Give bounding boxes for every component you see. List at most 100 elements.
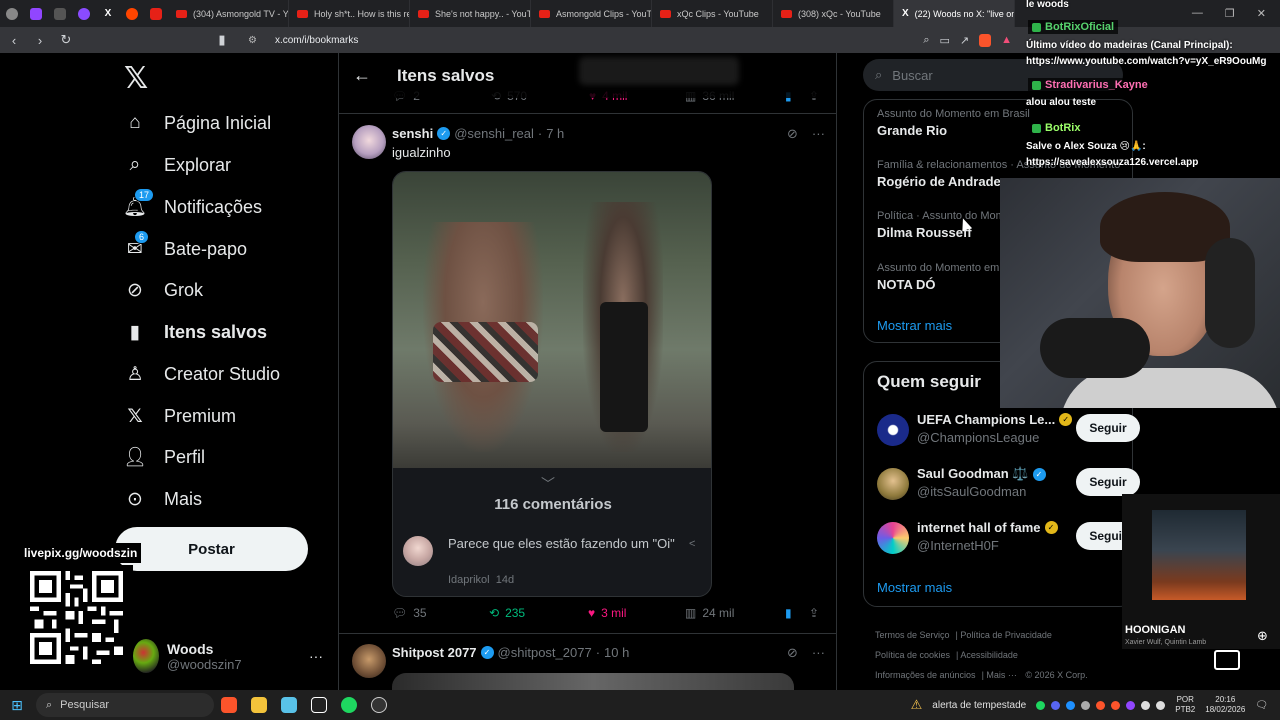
taskbar-app[interactable] [274,690,304,720]
embedded-comments[interactable]: ﹀ 116 comentários Parece que eles estão … [393,468,711,596]
tweet-photo[interactable] [393,172,711,468]
avatar[interactable] [352,125,386,159]
grok-icon[interactable]: ⊘ [787,645,798,661]
post-button[interactable]: Postar [115,527,308,571]
follow-button[interactable]: Seguir [1076,414,1140,442]
browser-tab[interactable]: She's not happy.. - YouTu [410,0,531,27]
bookmark-button[interactable]: ▮ [785,606,792,620]
cast-icon[interactable]: ▭ [939,34,949,47]
pinned-tab-twitch[interactable] [24,0,48,27]
footer-link[interactable]: Informações de anúncios [875,670,976,680]
site-info-icon[interactable]: ⚙ [248,35,257,46]
reload-icon[interactable]: ↻ [60,32,72,48]
share-button[interactable]: ⇪ [809,606,819,620]
webcam-overlay [1000,178,1280,408]
chat-username: BotRix [1028,121,1085,135]
tweet-media[interactable]: ﹀ 116 comentários Parece que eles estão … [392,171,712,597]
nav-more[interactable]: ⊙ Mais [124,485,202,513]
zoom-icon[interactable]: ⌕ [923,34,929,47]
nav-bookmarks[interactable]: ▮ Itens salvos [124,318,267,346]
nav-creator-studio[interactable]: ♙ Creator Studio [124,360,280,388]
browser-tab[interactable]: (304) Asmongold TV - Yo [168,0,289,27]
pinned-tab-3[interactable] [48,0,72,27]
taskbar-explorer[interactable] [244,690,274,720]
bookmark-page-icon[interactable]: ▮ [216,32,228,48]
verified-badge-icon: ✓ [480,646,494,659]
browser-tab[interactable]: Asmongold Clips - YouTu [531,0,652,27]
chevron-down-icon[interactable]: ﹀ [541,474,555,494]
account-switcher[interactable]: Woods @woodszin7 ··· [133,635,323,677]
show-more-link[interactable]: Mostrar mais [877,318,952,333]
taskbar-search[interactable]: ⌕ Pesquisar [36,693,214,717]
nav-explore[interactable]: ⌕ Explorar [124,151,231,179]
follow-button[interactable]: Seguir [1076,468,1140,496]
retweet-button[interactable]: ⟲ 235 [489,606,525,620]
browser-tab[interactable]: Holy sh*t.. How is this re [289,0,410,27]
reply-button[interactable]: 💬︎ 35 [392,606,427,620]
more-icon[interactable]: ··· [309,648,323,664]
footer-link[interactable]: Mais ··· [986,670,1017,680]
footer-link[interactable]: Acessibilidade [960,650,1018,660]
tray-icons[interactable] [1036,700,1166,710]
clock[interactable]: 20:16 18/02/2026 [1205,695,1245,715]
pinned-tab-x[interactable]: X [96,0,120,27]
start-icon[interactable]: ⊞ [2,697,32,714]
x-logo-icon[interactable]: 𝕏 [124,61,148,96]
browser-tab[interactable]: xQc Clips - YouTube [652,0,773,27]
language-indicator[interactable]: POR PTB2 [1175,695,1195,715]
youtube-icon [660,9,671,18]
nav-home[interactable]: ⌂ Página Inicial [124,109,271,137]
share-icon[interactable]: < [689,538,695,550]
views-button[interactable]: ▥ 24 mil [685,606,734,620]
more-icon[interactable]: ··· [812,645,825,661]
pinned-tab-1[interactable] [0,0,24,27]
grok-icon[interactable]: ⊘ [787,126,798,142]
follow-suggestion[interactable]: Saul Goodman ⚖️ ✓ @itsSaulGoodman Seguir [877,466,1141,506]
brave-rewards-icon[interactable]: ▲ [1001,34,1012,46]
tweet-author[interactable]: senshi ✓ @senshi_real · 7 h [392,126,564,141]
footer-link[interactable]: Política de Privacidade [960,630,1052,640]
like-button[interactable]: ♥ 3 mil [588,606,626,620]
follow-suggestion[interactable]: UEFA Champions Le... ✓ @ChampionsLeague S… [877,412,1141,452]
comment-meta: Idaprikol 14d [448,574,515,586]
feed-header: ← Itens salvos [339,53,836,98]
notification-icon[interactable]: 🗨︎ [1255,700,1268,711]
back-arrow-icon[interactable]: ← [353,65,371,86]
brave-shield-icon[interactable] [979,33,992,47]
plus-icon[interactable]: ⊕ [1257,628,1268,644]
pinned-tab-4[interactable] [72,0,96,27]
footer-link[interactable]: Termos de Serviço [875,630,950,640]
nav-premium[interactable]: 𝕏 Premium [124,402,236,430]
share-icon[interactable]: ↗ [960,34,969,47]
back-icon[interactable]: ‹ [8,33,20,48]
mail-icon: ✉ 6 [124,230,150,260]
footer-links: Termos de Serviço | Política de Privacida… [875,630,1088,680]
tweet-media[interactable] [392,673,794,690]
nav-profile[interactable]: 👤︎ Perfil [123,443,205,471]
taskbar-spotify[interactable] [334,690,364,720]
chat-badge: 6 [134,230,150,244]
taskbar-capcut[interactable] [304,690,334,720]
browser-tab-active[interactable]: X(22) Woods no X: "live on✕ [894,0,1015,27]
weather-alert[interactable]: alerta de tempestade [932,700,1026,711]
url-field[interactable]: x.com/i/bookmarks [275,35,358,46]
trend-item[interactable]: Assunto do Momento em Brasil Grande Rio [877,108,1030,138]
more-icon[interactable]: ··· [812,126,825,142]
browser-tab[interactable]: (308) xQc - YouTube [773,0,894,27]
follow-suggestion[interactable]: internet hall of fame ✓ @InternetH0F Segu… [877,520,1141,560]
footer-link[interactable]: Política de cookies [875,650,950,660]
forward-icon[interactable]: › [34,33,46,48]
nav-chat[interactable]: ✉ 6 Bate-papo [124,230,247,263]
badge-icon [1032,80,1041,90]
nav-notifications[interactable]: 🔔︎ 17 Notificações [123,188,262,221]
pinned-tab-reddit[interactable] [120,0,144,27]
tweet-author[interactable]: Shitpost 2077 ✓ @shitpost_2077 · 10 h [392,645,629,660]
nav-grok[interactable]: ⊘ Grok [124,276,203,304]
taskbar-brave[interactable] [214,690,244,720]
taskbar-obs[interactable] [364,690,394,720]
pinned-tab-youtube[interactable] [144,0,168,27]
avatar[interactable] [352,644,386,678]
show-more-link[interactable]: Mostrar mais [877,580,952,595]
mail-icon[interactable] [1214,650,1240,670]
avatar [877,414,909,446]
